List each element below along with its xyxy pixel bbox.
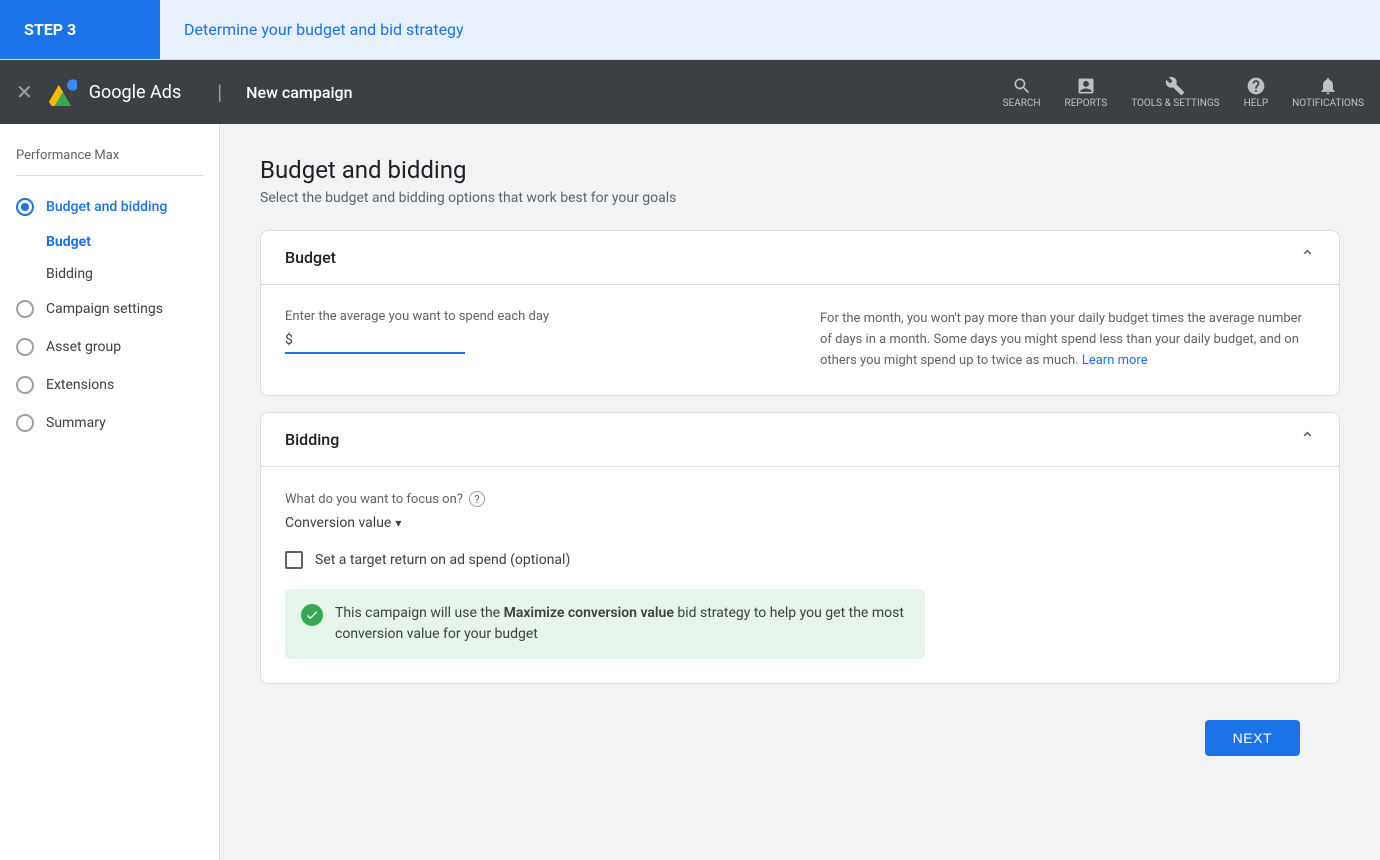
help-icon[interactable]: ?: [469, 491, 485, 507]
search-nav-label: SEARCH: [1003, 98, 1041, 109]
sidebar-item-summary[interactable]: Summary: [0, 404, 219, 442]
sidebar-item-asset-group[interactable]: Asset group: [0, 328, 219, 366]
reports-nav-label: REPORTS: [1065, 98, 1108, 109]
budget-side-text: For the month, you won't pay more than y…: [820, 311, 1302, 368]
budget-card-body: Enter the average you want to spend each…: [261, 285, 1339, 395]
sidebar-sub-label-budget: Budget: [46, 234, 91, 250]
step-badge: STEP 3: [0, 0, 160, 59]
search-nav-item[interactable]: SEARCH: [1003, 76, 1041, 109]
main-layout: Performance Max Budget and bidding Budge…: [0, 124, 1380, 860]
budget-card-title: Budget: [285, 248, 336, 267]
sidebar-sub-item-budget[interactable]: Budget: [46, 226, 219, 258]
bidding-card-body: What do you want to focus on? ? Conversi…: [261, 467, 1339, 683]
info-check-icon: [301, 604, 323, 626]
tools-nav-label: TOOLS & SETTINGS: [1131, 98, 1219, 109]
target-roas-checkbox[interactable]: [285, 551, 303, 569]
budget-input-wrap: $: [285, 332, 465, 354]
app-name: Google Ads: [89, 82, 181, 103]
step-title-text: Determine your budget and bid strategy: [184, 20, 464, 39]
bidding-card-header: Bidding ⌃: [261, 413, 1339, 467]
campaign-name: New campaign: [246, 83, 352, 102]
step-title: Determine your budget and bid strategy: [160, 0, 1380, 59]
next-button[interactable]: NEXT: [1205, 720, 1300, 756]
budget-input-label: Enter the average you want to spend each…: [285, 309, 780, 324]
top-nav: ✕ Google Ads | New campaign SEARCH REPOR…: [0, 60, 1380, 124]
sidebar: Performance Max Budget and bidding Budge…: [0, 124, 220, 860]
bidding-card: Bidding ⌃ What do you want to focus on? …: [260, 412, 1340, 684]
sidebar-circle-campaign-settings: [16, 300, 34, 318]
bidding-select-value: Conversion value: [285, 515, 391, 531]
sidebar-sub-items: Budget Bidding: [0, 226, 219, 290]
bidding-select[interactable]: Conversion value ▾: [285, 515, 1315, 531]
reports-nav-item[interactable]: REPORTS: [1065, 76, 1108, 109]
next-button-label: NEXT: [1233, 730, 1272, 746]
sidebar-sub-item-bidding[interactable]: Bidding: [46, 258, 219, 290]
sidebar-sub-label-bidding: Bidding: [46, 266, 93, 282]
info-text-bold: Maximize conversion value: [504, 605, 674, 621]
info-box: This campaign will use the Maximize conv…: [285, 589, 925, 659]
sidebar-item-campaign-settings[interactable]: Campaign settings: [0, 290, 219, 328]
budget-currency: $: [285, 332, 293, 348]
google-ads-logo: [49, 78, 77, 106]
learn-more-link[interactable]: Learn more: [1082, 353, 1148, 368]
budget-card-collapse-button[interactable]: ⌃: [1300, 247, 1315, 268]
budget-card: Budget ⌃ Enter the average you want to s…: [260, 230, 1340, 396]
budget-card-header: Budget ⌃: [261, 231, 1339, 285]
sidebar-label-budget-bidding: Budget and bidding: [46, 199, 167, 215]
notifications-nav-label: NOTIFICATIONS: [1292, 98, 1364, 109]
sidebar-item-budget-bidding[interactable]: Budget and bidding: [0, 188, 219, 226]
budget-input[interactable]: [295, 332, 435, 348]
sidebar-label-extensions: Extensions: [46, 377, 114, 393]
page-title: Budget and bidding: [260, 156, 1340, 184]
bidding-focus-label-text: What do you want to focus on?: [285, 492, 463, 507]
sidebar-item-extensions[interactable]: Extensions: [0, 366, 219, 404]
step-banner: STEP 3 Determine your budget and bid str…: [0, 0, 1380, 60]
info-text: This campaign will use the Maximize conv…: [335, 603, 909, 645]
sidebar-campaign-type: Performance Max: [0, 140, 219, 175]
dropdown-arrow-icon: ▾: [395, 516, 401, 530]
close-button[interactable]: ✕: [16, 80, 33, 104]
notifications-nav-item[interactable]: NOTIFICATIONS: [1292, 76, 1364, 109]
page-subtitle: Select the budget and bidding options th…: [260, 190, 1340, 206]
info-text-part1: This campaign will use the: [335, 605, 504, 621]
budget-row: Enter the average you want to spend each…: [285, 309, 1315, 371]
budget-right: For the month, you won't pay more than y…: [820, 309, 1315, 371]
checkbox-row: Set a target return on ad spend (optiona…: [285, 551, 1315, 569]
target-roas-label: Set a target return on ad spend (optiona…: [315, 552, 570, 568]
sidebar-circle-asset-group: [16, 338, 34, 356]
bidding-card-title: Bidding: [285, 430, 339, 449]
sidebar-circle-budget-bidding: [16, 198, 34, 216]
nav-divider: |: [217, 80, 222, 104]
content-area: Budget and bidding Select the budget and…: [220, 124, 1380, 860]
sidebar-circle-summary: [16, 414, 34, 432]
sidebar-label-summary: Summary: [46, 415, 106, 431]
bidding-focus-label: What do you want to focus on? ?: [285, 491, 1315, 507]
help-nav-item[interactable]: HELP: [1244, 76, 1269, 109]
step-badge-text: STEP 3: [24, 20, 76, 39]
footer-actions: NEXT: [260, 700, 1340, 776]
budget-left: Enter the average you want to spend each…: [285, 309, 780, 371]
nav-actions: SEARCH REPORTS TOOLS & SETTINGS HELP NOT…: [1003, 76, 1364, 109]
tools-nav-item[interactable]: TOOLS & SETTINGS: [1131, 76, 1219, 109]
sidebar-divider: [16, 175, 203, 176]
sidebar-circle-extensions: [16, 376, 34, 394]
sidebar-label-asset-group: Asset group: [46, 339, 121, 355]
bidding-card-collapse-button[interactable]: ⌃: [1300, 429, 1315, 450]
sidebar-label-campaign-settings: Campaign settings: [46, 301, 163, 317]
help-nav-label: HELP: [1244, 98, 1269, 109]
